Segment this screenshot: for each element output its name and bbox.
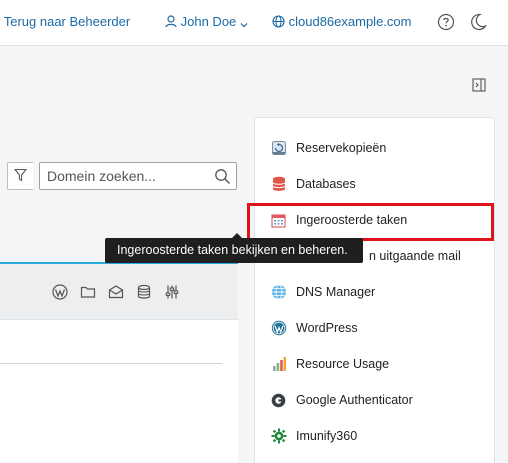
settings-sliders-icon[interactable] (164, 284, 180, 303)
imunify-icon (270, 428, 287, 445)
sidebar-item-label: DNS Manager (296, 285, 376, 299)
sidebar-item-label: Reservekopieën (296, 141, 387, 155)
highlight-box (247, 203, 494, 241)
sidebar-item-resource-usage[interactable]: Resource Usage (255, 346, 494, 382)
database-icon (270, 176, 287, 193)
wordpress-icon[interactable] (52, 284, 68, 303)
domain-name: cloud86example.com (288, 14, 412, 29)
search-input[interactable] (40, 163, 200, 189)
top-header: ‹ Terug naar Beheerder John Doe cloud86e… (0, 0, 508, 46)
folder-icon[interactable] (80, 284, 96, 303)
sidebar-item-label: Databases (296, 177, 356, 191)
sidebar-item-backups[interactable]: Reservekopieën (255, 130, 494, 166)
database-icon[interactable] (136, 284, 152, 303)
back-link-label: Terug naar Beheerder (3, 14, 131, 29)
authenticator-icon (270, 392, 287, 409)
filter-icon (13, 168, 28, 185)
sidebar-item-label: Google Authenticator (296, 393, 413, 407)
mail-icon[interactable] (108, 284, 124, 303)
back-to-admin-link[interactable]: ‹ Terug naar Beheerder (0, 14, 130, 29)
domain-link[interactable]: cloud86example.com (272, 14, 411, 29)
chart-icon (270, 356, 287, 373)
sidebar-item-databases[interactable]: Databases (255, 166, 494, 202)
sidebar-item-dns-manager[interactable]: DNS Manager (255, 274, 494, 310)
chevron-down-icon (240, 14, 248, 29)
sidebar-item-wordpress[interactable]: WordPress (255, 310, 494, 346)
tools-sidebar: Reservekopieën Databases Ingeroosterde t… (254, 117, 495, 463)
sidebar-item-label: Imunify360 (296, 429, 358, 443)
filter-button[interactable] (7, 162, 33, 190)
user-menu[interactable]: John Doe (165, 14, 248, 29)
globe-icon (272, 14, 289, 29)
help-icon[interactable] (437, 13, 455, 34)
sidebar-item-label: n uitgaande mail (369, 249, 461, 263)
user-icon (165, 14, 181, 29)
sidebar-item-google-authenticator[interactable]: Google Authenticator (255, 382, 494, 418)
user-name: John Doe (180, 14, 237, 29)
divider (0, 363, 222, 364)
panel-toggle-icon[interactable] (472, 78, 486, 95)
dns-icon (270, 284, 287, 301)
search-icon[interactable] (214, 168, 231, 188)
wordpress-icon (270, 320, 287, 337)
backup-icon (270, 140, 287, 157)
domain-search (39, 162, 237, 190)
tooltip: Ingeroosterde taken bekijken en beheren. (105, 238, 363, 263)
tools-bar (0, 264, 238, 320)
sidebar-item-label: WordPress (296, 321, 358, 335)
sidebar-item-imunify360[interactable]: Imunify360 (255, 418, 494, 454)
sidebar-item-label: Resource Usage (296, 357, 390, 371)
moon-icon[interactable] (471, 13, 488, 34)
